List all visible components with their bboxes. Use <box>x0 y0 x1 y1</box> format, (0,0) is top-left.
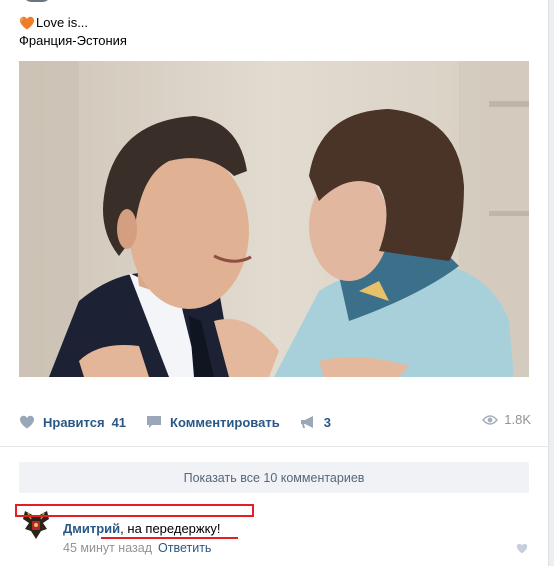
comment-meta: 45 минут назад Ответить <box>63 541 211 555</box>
divider <box>0 446 549 447</box>
share-button[interactable]: 3 <box>300 415 331 430</box>
post-text-line-2: Франция-Эстония <box>19 33 127 48</box>
post-text: Love is... Франция-Эстония <box>19 14 127 50</box>
heart-icon <box>516 543 528 554</box>
comment-button[interactable]: Комментировать <box>146 415 280 430</box>
comment-text: , на передержку! <box>120 521 221 536</box>
post-photo-image <box>19 61 529 377</box>
comment-label: Комментировать <box>170 414 280 430</box>
highlight-box <box>15 504 254 517</box>
views-counter: 1.8K <box>482 412 531 427</box>
wall-post: Love is... Франция-Эстония Нравится 41 К… <box>0 0 549 566</box>
like-label: Нравится <box>43 414 105 430</box>
highlight-underline <box>101 537 238 539</box>
share-count: 3 <box>323 414 331 430</box>
views-count: 1.8K <box>504 412 531 427</box>
eye-icon <box>482 414 499 425</box>
post-author-avatar[interactable] <box>22 0 52 2</box>
comment-body: Дмитрий, на передержку! <box>63 521 221 536</box>
show-all-comments-button[interactable]: Показать все 10 комментариев <box>19 462 529 493</box>
post-actions: Нравится 41 Комментировать 3 1.8K <box>19 412 531 432</box>
comment-time[interactable]: 45 минут назад <box>63 541 152 555</box>
post-photo[interactable] <box>19 61 529 377</box>
show-all-comments-label: Показать все 10 комментариев <box>183 470 365 485</box>
megaphone-icon <box>300 416 313 428</box>
post-text-line-1: Love is... <box>36 15 89 30</box>
heart-emoji-icon <box>20 16 34 30</box>
like-count: 41 <box>111 414 127 430</box>
reply-button[interactable]: Ответить <box>158 541 211 555</box>
comment-author-link[interactable]: Дмитрий <box>63 521 120 536</box>
comment-icon <box>147 416 162 428</box>
heart-icon <box>20 415 34 429</box>
comment-like-button[interactable] <box>516 542 528 557</box>
like-button[interactable]: Нравится 41 <box>19 415 126 430</box>
